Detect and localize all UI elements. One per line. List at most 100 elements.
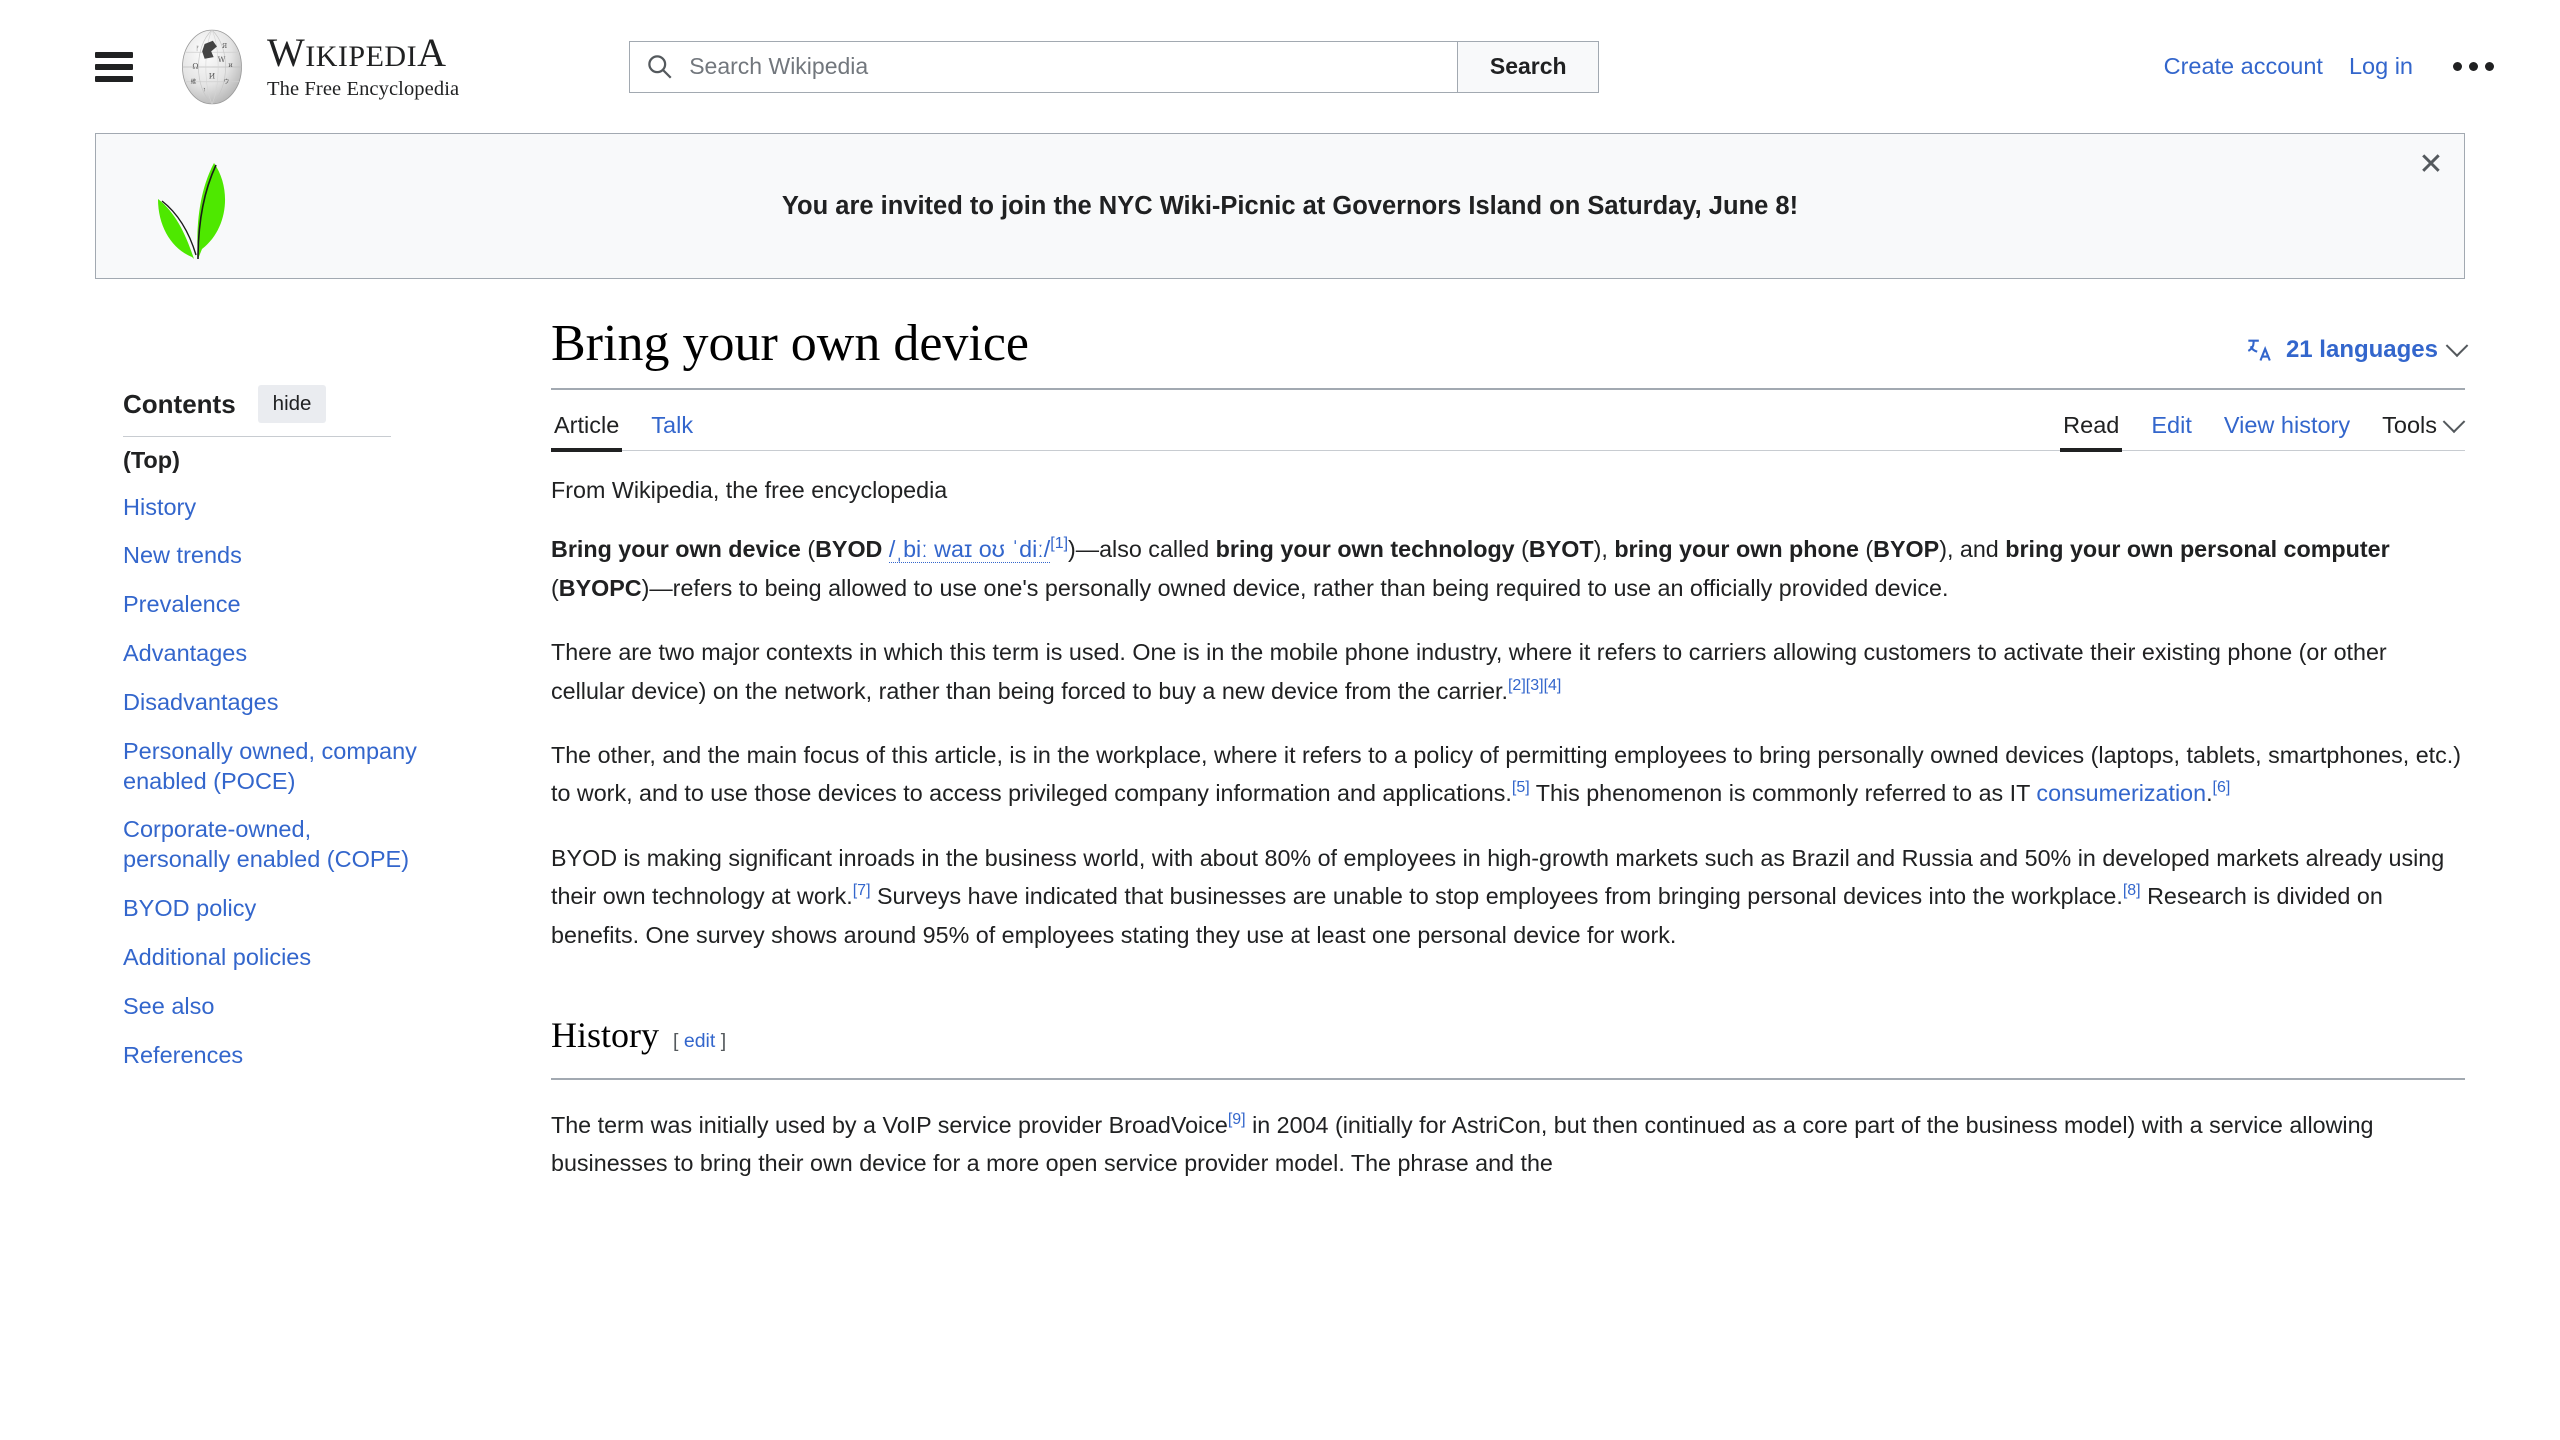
site-notice-banner: You are invited to join the NYC Wiki-Pic… — [95, 133, 2465, 279]
leaf-icon — [136, 151, 256, 261]
toc-title: Contents — [123, 389, 236, 420]
language-selector-button[interactable]: 21 languages — [2245, 336, 2465, 372]
tab-talk[interactable]: Talk — [648, 412, 696, 450]
tab-edit[interactable]: Edit — [2148, 412, 2195, 450]
wikipedia-logo[interactable]: ᚠ Я W Ω и И 維 ウ ו WIKIPEDIA The Free Enc… — [171, 26, 459, 108]
citation-7[interactable]: [7] — [853, 882, 871, 899]
term-byop: bring your own phone — [1614, 536, 1859, 562]
svg-text:ᚠ: ᚠ — [196, 44, 200, 52]
lead-term: Bring your own device — [551, 536, 801, 562]
search-input[interactable] — [687, 42, 1457, 92]
page-body: Contents hide (Top) History New trends P… — [0, 315, 2560, 1182]
toc-list: (Top) History New trends Prevalence Adva… — [123, 437, 525, 1080]
view-tabs: Read Edit View history Tools — [2060, 412, 2465, 450]
tools-label: Tools — [2382, 412, 2437, 439]
abbr-byot: BYOT — [1529, 536, 1594, 562]
citation-5[interactable]: [5] — [1512, 780, 1530, 797]
list-item[interactable]: Advantages — [123, 630, 525, 679]
tab-article[interactable]: Article — [551, 412, 622, 450]
section-heading-history: History [ edit ] — [551, 1006, 2465, 1079]
article-body: Bring your own device (BYOD /ˌbiː waɪ oʊ… — [551, 530, 2465, 1182]
tab-view-history[interactable]: View history — [2221, 412, 2353, 450]
list-item[interactable]: History — [123, 483, 525, 532]
ipa-pronunciation[interactable]: /ˌbiː waɪ oʊ ˈdiː/ — [889, 536, 1050, 563]
citation-1[interactable]: [1] — [1050, 535, 1068, 552]
hamburger-icon[interactable] — [95, 52, 133, 82]
sidebar-item-byod-policy[interactable]: BYOD policy — [123, 894, 423, 924]
citation-9[interactable]: [9] — [1228, 1111, 1246, 1128]
log-in-link[interactable]: Log in — [2349, 53, 2413, 80]
page-title: Bring your own device — [551, 315, 1029, 372]
sidebar-item-prevalence[interactable]: Prevalence — [123, 590, 423, 620]
svg-text:Ω: Ω — [192, 61, 198, 70]
paragraph-history-intro: The term was initially used by a VoIP se… — [551, 1106, 2465, 1183]
sidebar-item-additional-policies[interactable]: Additional policies — [123, 943, 423, 973]
svg-text:W: W — [218, 55, 226, 64]
tab-read[interactable]: Read — [2060, 412, 2122, 450]
language-icon — [2245, 336, 2275, 364]
ellipsis-icon[interactable] — [2447, 54, 2500, 79]
list-item[interactable]: Additional policies — [123, 933, 525, 982]
site-header: ᚠ Я W Ω и И 維 ウ ו WIKIPEDIA The Free Enc… — [0, 0, 2560, 133]
wikipedia-globe-icon: ᚠ Я W Ω и И 維 ウ ו — [171, 26, 253, 108]
title-row: Bring your own device 21 languages — [551, 315, 2465, 372]
citation-3[interactable]: [3] — [1526, 677, 1544, 694]
list-item[interactable]: (Top) — [123, 437, 525, 483]
citation-8[interactable]: [8] — [2123, 882, 2141, 899]
banner-zone: You are invited to join the NYC Wiki-Pic… — [0, 133, 2560, 279]
sidebar-item-cope[interactable]: Corporate-owned, personally enabled (COP… — [123, 815, 423, 875]
banner-message: You are invited to join the NYC Wiki-Pic… — [256, 192, 2464, 221]
list-item[interactable]: Personally owned, company enabled (POCE) — [123, 727, 525, 806]
list-item[interactable]: See also — [123, 982, 525, 1031]
list-item[interactable]: New trends — [123, 532, 525, 581]
title-divider — [551, 388, 2465, 390]
header-user-links: Create account Log in — [2164, 53, 2500, 80]
sidebar-item-disadvantages[interactable]: Disadvantages — [123, 688, 423, 718]
term-byopc: bring your own personal computer — [2005, 536, 2389, 562]
sidebar-item-advantages[interactable]: Advantages — [123, 639, 423, 669]
svg-text:и: и — [228, 61, 233, 69]
sidebar-item-new-trends[interactable]: New trends — [123, 541, 423, 571]
chevron-down-icon — [2443, 410, 2466, 433]
list-item[interactable]: Disadvantages — [123, 678, 525, 727]
list-item[interactable]: BYOD policy — [123, 885, 525, 934]
svg-text:Я: Я — [222, 42, 227, 50]
sidebar-item-references[interactable]: References — [123, 1041, 423, 1071]
citation-6[interactable]: [6] — [2213, 780, 2231, 797]
language-count-label: 21 languages — [2286, 336, 2438, 364]
sidebar-item-history[interactable]: History — [123, 493, 423, 523]
sidebar-item-poce[interactable]: Personally owned, company enabled (POCE) — [123, 737, 423, 797]
toc-hide-button[interactable]: hide — [258, 385, 327, 423]
consumerization-link[interactable]: consumerization — [2036, 780, 2206, 806]
toc-header: Contents hide — [123, 385, 525, 423]
abbr-byopc: BYOPC — [559, 575, 642, 601]
sidebar-item-see-also[interactable]: See also — [123, 992, 423, 1022]
lead-paragraph: Bring your own device (BYOD /ˌbiː waɪ oʊ… — [551, 530, 2465, 607]
search-button[interactable]: Search — [1457, 41, 1599, 93]
wordmark-tagline: The Free Encyclopedia — [267, 78, 459, 101]
create-account-link[interactable]: Create account — [2164, 53, 2323, 80]
list-item[interactable]: References — [123, 1031, 525, 1080]
abbr-byop: BYOP — [1873, 536, 1939, 562]
paragraph-workplace: The other, and the main focus of this ar… — [551, 736, 2465, 813]
citation-2[interactable]: [2] — [1508, 677, 1526, 694]
chevron-down-icon — [2446, 335, 2469, 358]
paragraph-contexts: There are two major contexts in which th… — [551, 633, 2465, 710]
abbr-byod: BYOD — [815, 536, 882, 562]
svg-text:И: И — [209, 71, 216, 80]
wordmark-text: WIKIPEDIA — [267, 33, 459, 73]
list-item[interactable]: Corporate-owned, personally enabled (COP… — [123, 806, 525, 885]
search-box[interactable] — [629, 41, 1457, 93]
citation-4[interactable]: [4] — [1544, 677, 1562, 694]
tools-menu-button[interactable]: Tools — [2379, 412, 2465, 450]
paragraph-inroads: BYOD is making significant inroads in th… — [551, 839, 2465, 954]
close-icon[interactable]: ✕ — [2410, 144, 2452, 186]
term-byot: bring your own technology — [1216, 536, 1515, 562]
svg-text:維: 維 — [191, 77, 197, 85]
edit-section-link[interactable]: [ edit ] — [673, 1025, 726, 1057]
list-item[interactable]: Prevalence — [123, 581, 525, 630]
article-content: Bring your own device 21 languages Artic… — [525, 315, 2465, 1182]
from-wikipedia-line: From Wikipedia, the free encyclopedia — [551, 477, 2465, 504]
table-of-contents: Contents hide (Top) History New trends P… — [95, 315, 525, 1182]
section-title: History — [551, 1006, 659, 1065]
